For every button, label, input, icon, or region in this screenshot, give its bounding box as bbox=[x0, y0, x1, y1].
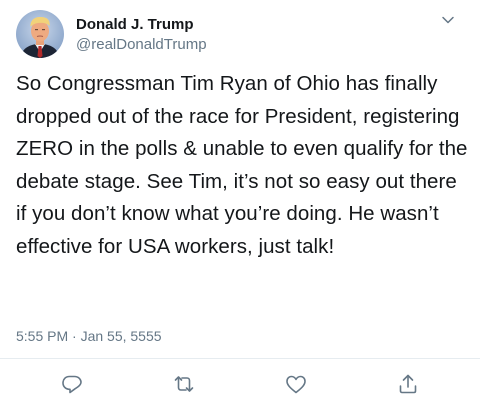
tweet-actions bbox=[0, 372, 480, 398]
reply-icon bbox=[62, 375, 82, 394]
author-names: Donald J. Trump @realDonaldTrump bbox=[76, 16, 207, 54]
divider bbox=[0, 358, 480, 359]
reply-button[interactable] bbox=[60, 372, 84, 396]
retweet-icon bbox=[174, 376, 194, 392]
share-button[interactable] bbox=[396, 372, 420, 396]
share-icon bbox=[399, 374, 417, 394]
tweet-timestamp[interactable]: 5:55 PM · Jan 55, 5555 bbox=[16, 328, 162, 344]
author-handle[interactable]: @realDonaldTrump bbox=[76, 36, 207, 54]
tweet-header: Donald J. Trump @realDonaldTrump bbox=[16, 10, 466, 60]
profile-avatar-icon bbox=[16, 10, 64, 58]
retweet-button[interactable] bbox=[172, 372, 196, 396]
author-display-name[interactable]: Donald J. Trump bbox=[76, 16, 207, 34]
tweet-card: Donald J. Trump @realDonaldTrump So Cong… bbox=[0, 0, 480, 410]
chevron-down-icon[interactable] bbox=[440, 12, 456, 28]
tweet-text: So Congressman Tim Ryan of Ohio has fina… bbox=[16, 72, 468, 258]
like-button[interactable] bbox=[284, 372, 308, 396]
heart-icon bbox=[286, 375, 306, 394]
avatar[interactable] bbox=[16, 10, 64, 58]
